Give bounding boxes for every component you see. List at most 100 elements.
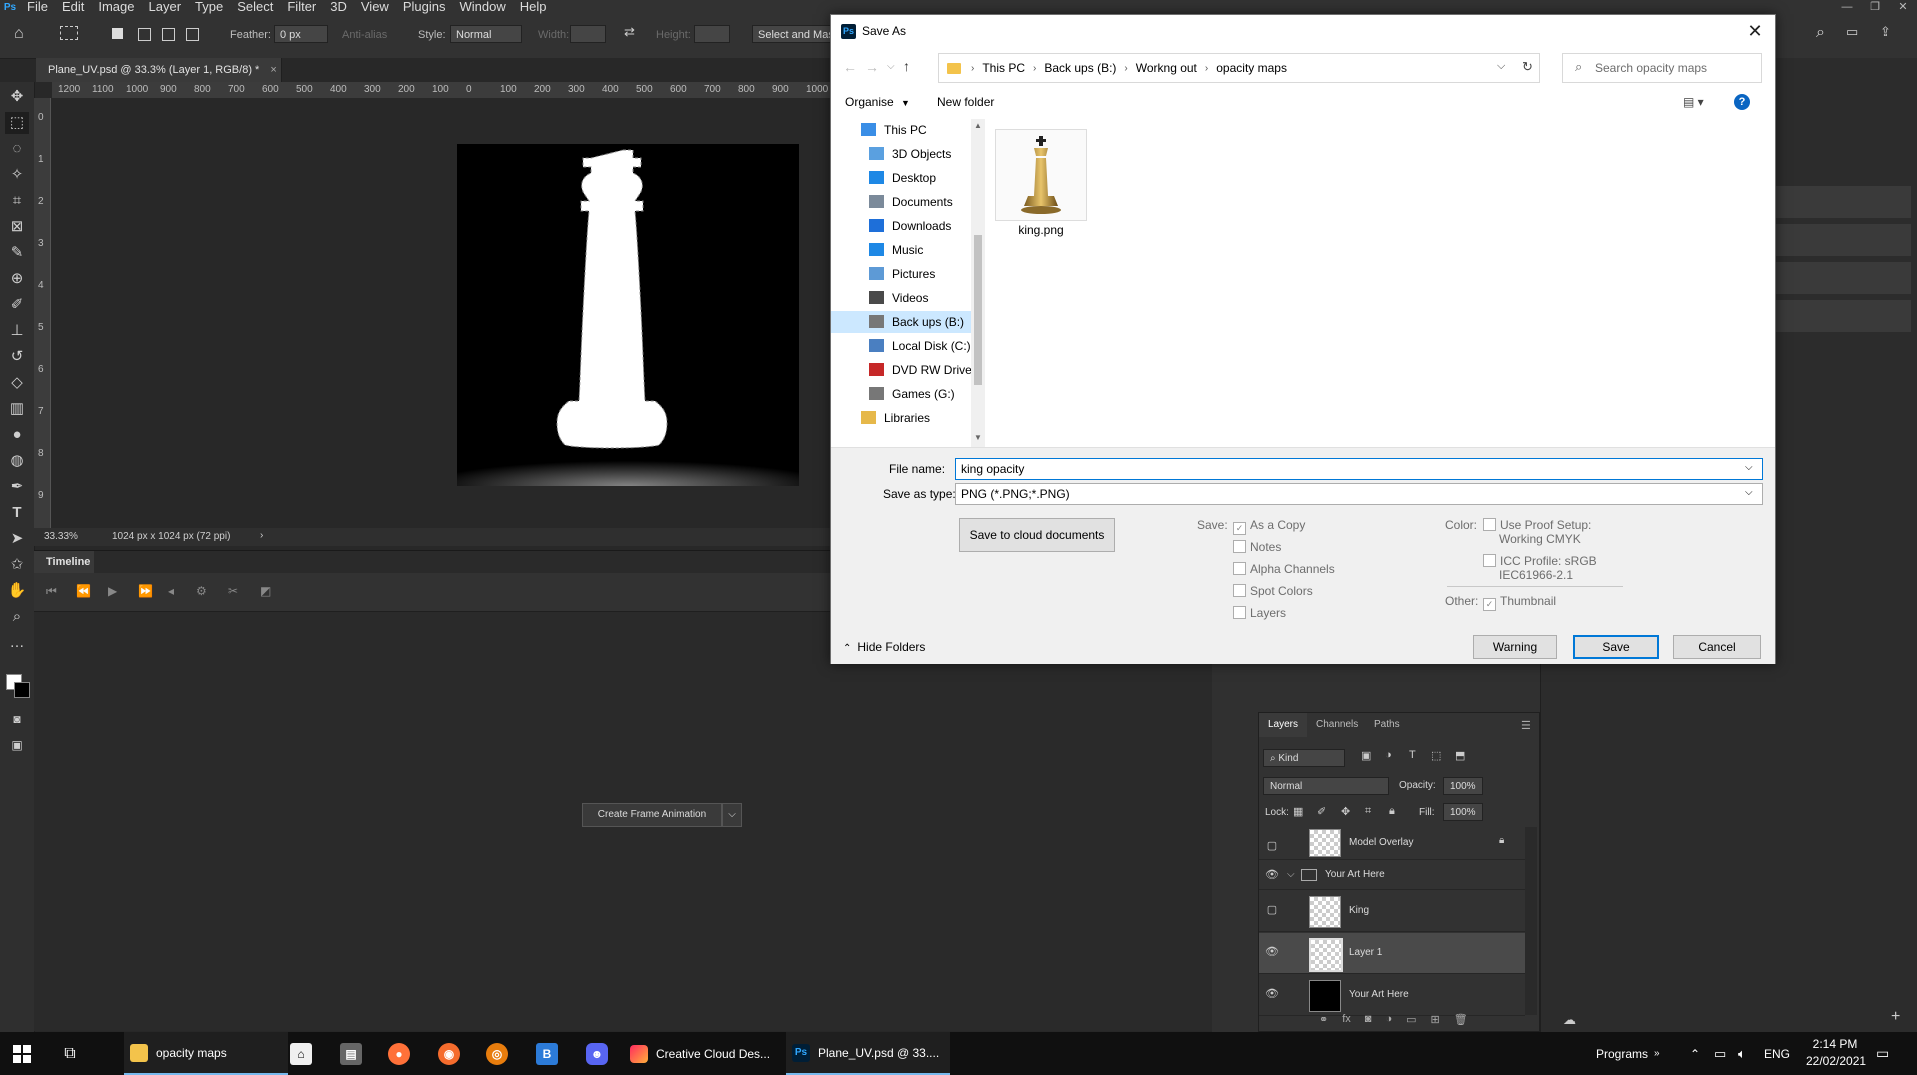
new-layer-icon[interactable]: ⊞ — [1431, 1013, 1440, 1029]
first-frame-icon[interactable]: ⏮ — [46, 584, 57, 599]
notes-checkbox[interactable]: Notes — [1233, 540, 1281, 554]
taskbar-item-explorer[interactable]: opacity maps — [124, 1032, 288, 1075]
address-bar[interactable]: › This PC › Back ups (B:) › Workng out ›… — [938, 53, 1540, 83]
save-to-cloud-button[interactable]: Save to cloud documents — [959, 518, 1115, 552]
tab-channels[interactable]: Channels — [1307, 713, 1367, 737]
breadcrumb-item[interactable]: opacity maps — [1212, 61, 1291, 75]
firefox-icon[interactable]: ● — [384, 1032, 414, 1075]
chevron-right-icon[interactable]: › — [260, 530, 263, 541]
menu-view[interactable]: View — [354, 0, 396, 14]
scroll-thumb[interactable] — [974, 235, 982, 385]
tree-item-documents[interactable]: Documents — [869, 191, 953, 213]
refresh-icon[interactable]: ↻ — [1522, 59, 1533, 75]
recent-chevron-icon[interactable]: ⌵ — [887, 61, 895, 72]
notification-icon[interactable]: ▭ — [1876, 1032, 1889, 1075]
create-frame-animation-button[interactable]: Create Frame Animation — [582, 803, 722, 827]
width-input[interactable] — [570, 25, 606, 43]
add-selection-icon[interactable] — [138, 28, 151, 41]
select-and-mask-button[interactable]: Select and Mask... — [752, 25, 834, 43]
new-selection-icon[interactable] — [112, 28, 123, 39]
adjustment-layer-icon[interactable]: ◑ — [1385, 1013, 1392, 1029]
layers-scrollbar[interactable] — [1525, 827, 1537, 1015]
icc-profile-checkbox[interactable]: ICC Profile: sRGB — [1483, 554, 1597, 568]
scroll-down-icon[interactable]: ▼ — [974, 433, 982, 442]
move-tool-icon[interactable]: ✥ — [5, 86, 29, 108]
origin-icon[interactable]: ◉ — [434, 1032, 464, 1075]
style-select[interactable]: Normal — [450, 25, 522, 43]
trash-icon[interactable]: 🗑︎ — [1454, 1013, 1468, 1029]
play-icon[interactable]: ▶ — [108, 584, 117, 598]
chevron-down-icon[interactable]: ⌵ — [1745, 487, 1753, 498]
tree-item-downloads[interactable]: Downloads — [869, 215, 951, 237]
hand-tool-icon[interactable]: ✋ — [5, 580, 29, 602]
zoom-level[interactable]: 33.33% — [44, 531, 78, 542]
swap-icon[interactable]: ⇄ — [624, 24, 635, 40]
windows-start-icon[interactable] — [8, 1032, 36, 1075]
help-icon[interactable]: ? — [1734, 94, 1750, 110]
settings-gear-icon[interactable]: ⚙ — [196, 584, 207, 598]
tree-item-3d-objects[interactable]: 3D Objects — [869, 143, 951, 165]
opacity-input[interactable]: 100% — [1443, 777, 1483, 795]
tree-item-backups-selected[interactable]: Back ups (B:) — [831, 311, 971, 333]
eye-icon[interactable]: 👁︎ — [1265, 987, 1279, 1001]
type-tool-icon[interactable]: T — [5, 502, 29, 524]
tree-item-music[interactable]: Music — [869, 239, 923, 261]
address-dropdown-icon[interactable]: ⌵ — [1497, 60, 1505, 73]
close-app-button[interactable]: ✕ — [1889, 0, 1917, 14]
intersect-selection-icon[interactable] — [186, 28, 199, 41]
breadcrumb-item[interactable]: Workng out — [1132, 61, 1201, 75]
tab-paths[interactable]: Paths — [1365, 713, 1409, 737]
filter-shape-icon[interactable]: ⬚ — [1431, 749, 1441, 762]
tree-item-pictures[interactable]: Pictures — [869, 263, 935, 285]
menu-select[interactable]: Select — [230, 0, 280, 14]
tree-item-dvd[interactable]: DVD RW Drive — [869, 359, 972, 381]
taskbar-item-creative-cloud[interactable]: Creative Cloud Des... — [624, 1032, 788, 1075]
tab-layers[interactable]: Layers — [1259, 713, 1308, 737]
menu-filter[interactable]: Filter — [280, 0, 323, 14]
workspace-icon[interactable]: ▭ — [1846, 24, 1858, 40]
document-canvas[interactable] — [457, 144, 799, 486]
tree-item-games[interactable]: Games (G:) — [869, 383, 955, 405]
as-a-copy-checkbox[interactable]: ✓ As a Copy — [1233, 518, 1305, 535]
tab-timeline[interactable]: Timeline — [34, 551, 94, 573]
dodge-tool-icon[interactable]: ◍ — [5, 450, 29, 472]
frame-tool-icon[interactable]: ⊠ — [5, 216, 29, 238]
tree-item-this-pc[interactable]: This PC — [861, 119, 927, 141]
magic-wand-tool-icon[interactable]: ✧ — [5, 164, 29, 186]
restore-button[interactable]: ❐ — [1861, 0, 1889, 14]
tree-scrollbar[interactable]: ▲ ▼ — [971, 119, 985, 447]
new-folder-button[interactable]: New folder — [937, 95, 994, 109]
screen-mode-icon[interactable]: ▣ — [5, 734, 29, 756]
bethesda-icon[interactable]: B — [532, 1032, 562, 1075]
lock-transparent-icon[interactable]: ▦ — [1293, 805, 1303, 818]
pen-tool-icon[interactable]: ✒ — [5, 476, 29, 498]
view-options-icon[interactable]: ▤ ▾ — [1683, 95, 1704, 109]
spot-colors-checkbox[interactable]: Spot Colors — [1233, 584, 1313, 598]
gradient-tool-icon[interactable]: ▥ — [5, 398, 29, 420]
zoom-tool-icon[interactable]: ⌕ — [5, 606, 29, 628]
lock-position-icon[interactable]: ✥ — [1341, 805, 1350, 818]
breadcrumb-item[interactable]: Back ups (B:) — [1040, 61, 1120, 75]
breadcrumb-item[interactable]: This PC — [978, 61, 1029, 75]
use-proof-setup-checkbox[interactable]: Use Proof Setup: — [1483, 518, 1591, 532]
quick-mask-icon[interactable]: ◙ — [5, 708, 29, 730]
add-mask-icon[interactable]: ◙ — [1365, 1013, 1372, 1029]
eye-icon[interactable]: 👁︎ — [1265, 868, 1279, 882]
healing-tool-icon[interactable]: ⊕ — [5, 268, 29, 290]
menu-window[interactable]: Window — [452, 0, 512, 14]
menu-plugins[interactable]: Plugins — [396, 0, 453, 14]
minimize-button[interactable]: — — [1833, 0, 1861, 14]
prev-frame-icon[interactable]: ⏪ — [76, 584, 91, 598]
eyedropper-tool-icon[interactable]: ✎ — [5, 242, 29, 264]
discord-icon[interactable]: ☻ — [582, 1032, 612, 1075]
tree-item-videos[interactable]: Videos — [869, 287, 928, 309]
up-arrow-icon[interactable]: ↑ — [903, 58, 910, 74]
blend-mode-select[interactable]: Normal — [1263, 777, 1389, 795]
photos-icon[interactable]: ▤ — [336, 1032, 366, 1075]
search-icon[interactable]: ⌕ — [1816, 24, 1825, 42]
document-tab[interactable]: Plane_UV.psd @ 33.3% (Layer 1, RGB/8) * … — [36, 58, 282, 82]
cancel-button[interactable]: Cancel — [1673, 635, 1761, 659]
cloud-icon[interactable]: ☁ — [1563, 1012, 1576, 1028]
close-button[interactable]: ✕ — [1743, 21, 1767, 43]
tree-item-libraries[interactable]: Libraries — [861, 407, 930, 429]
